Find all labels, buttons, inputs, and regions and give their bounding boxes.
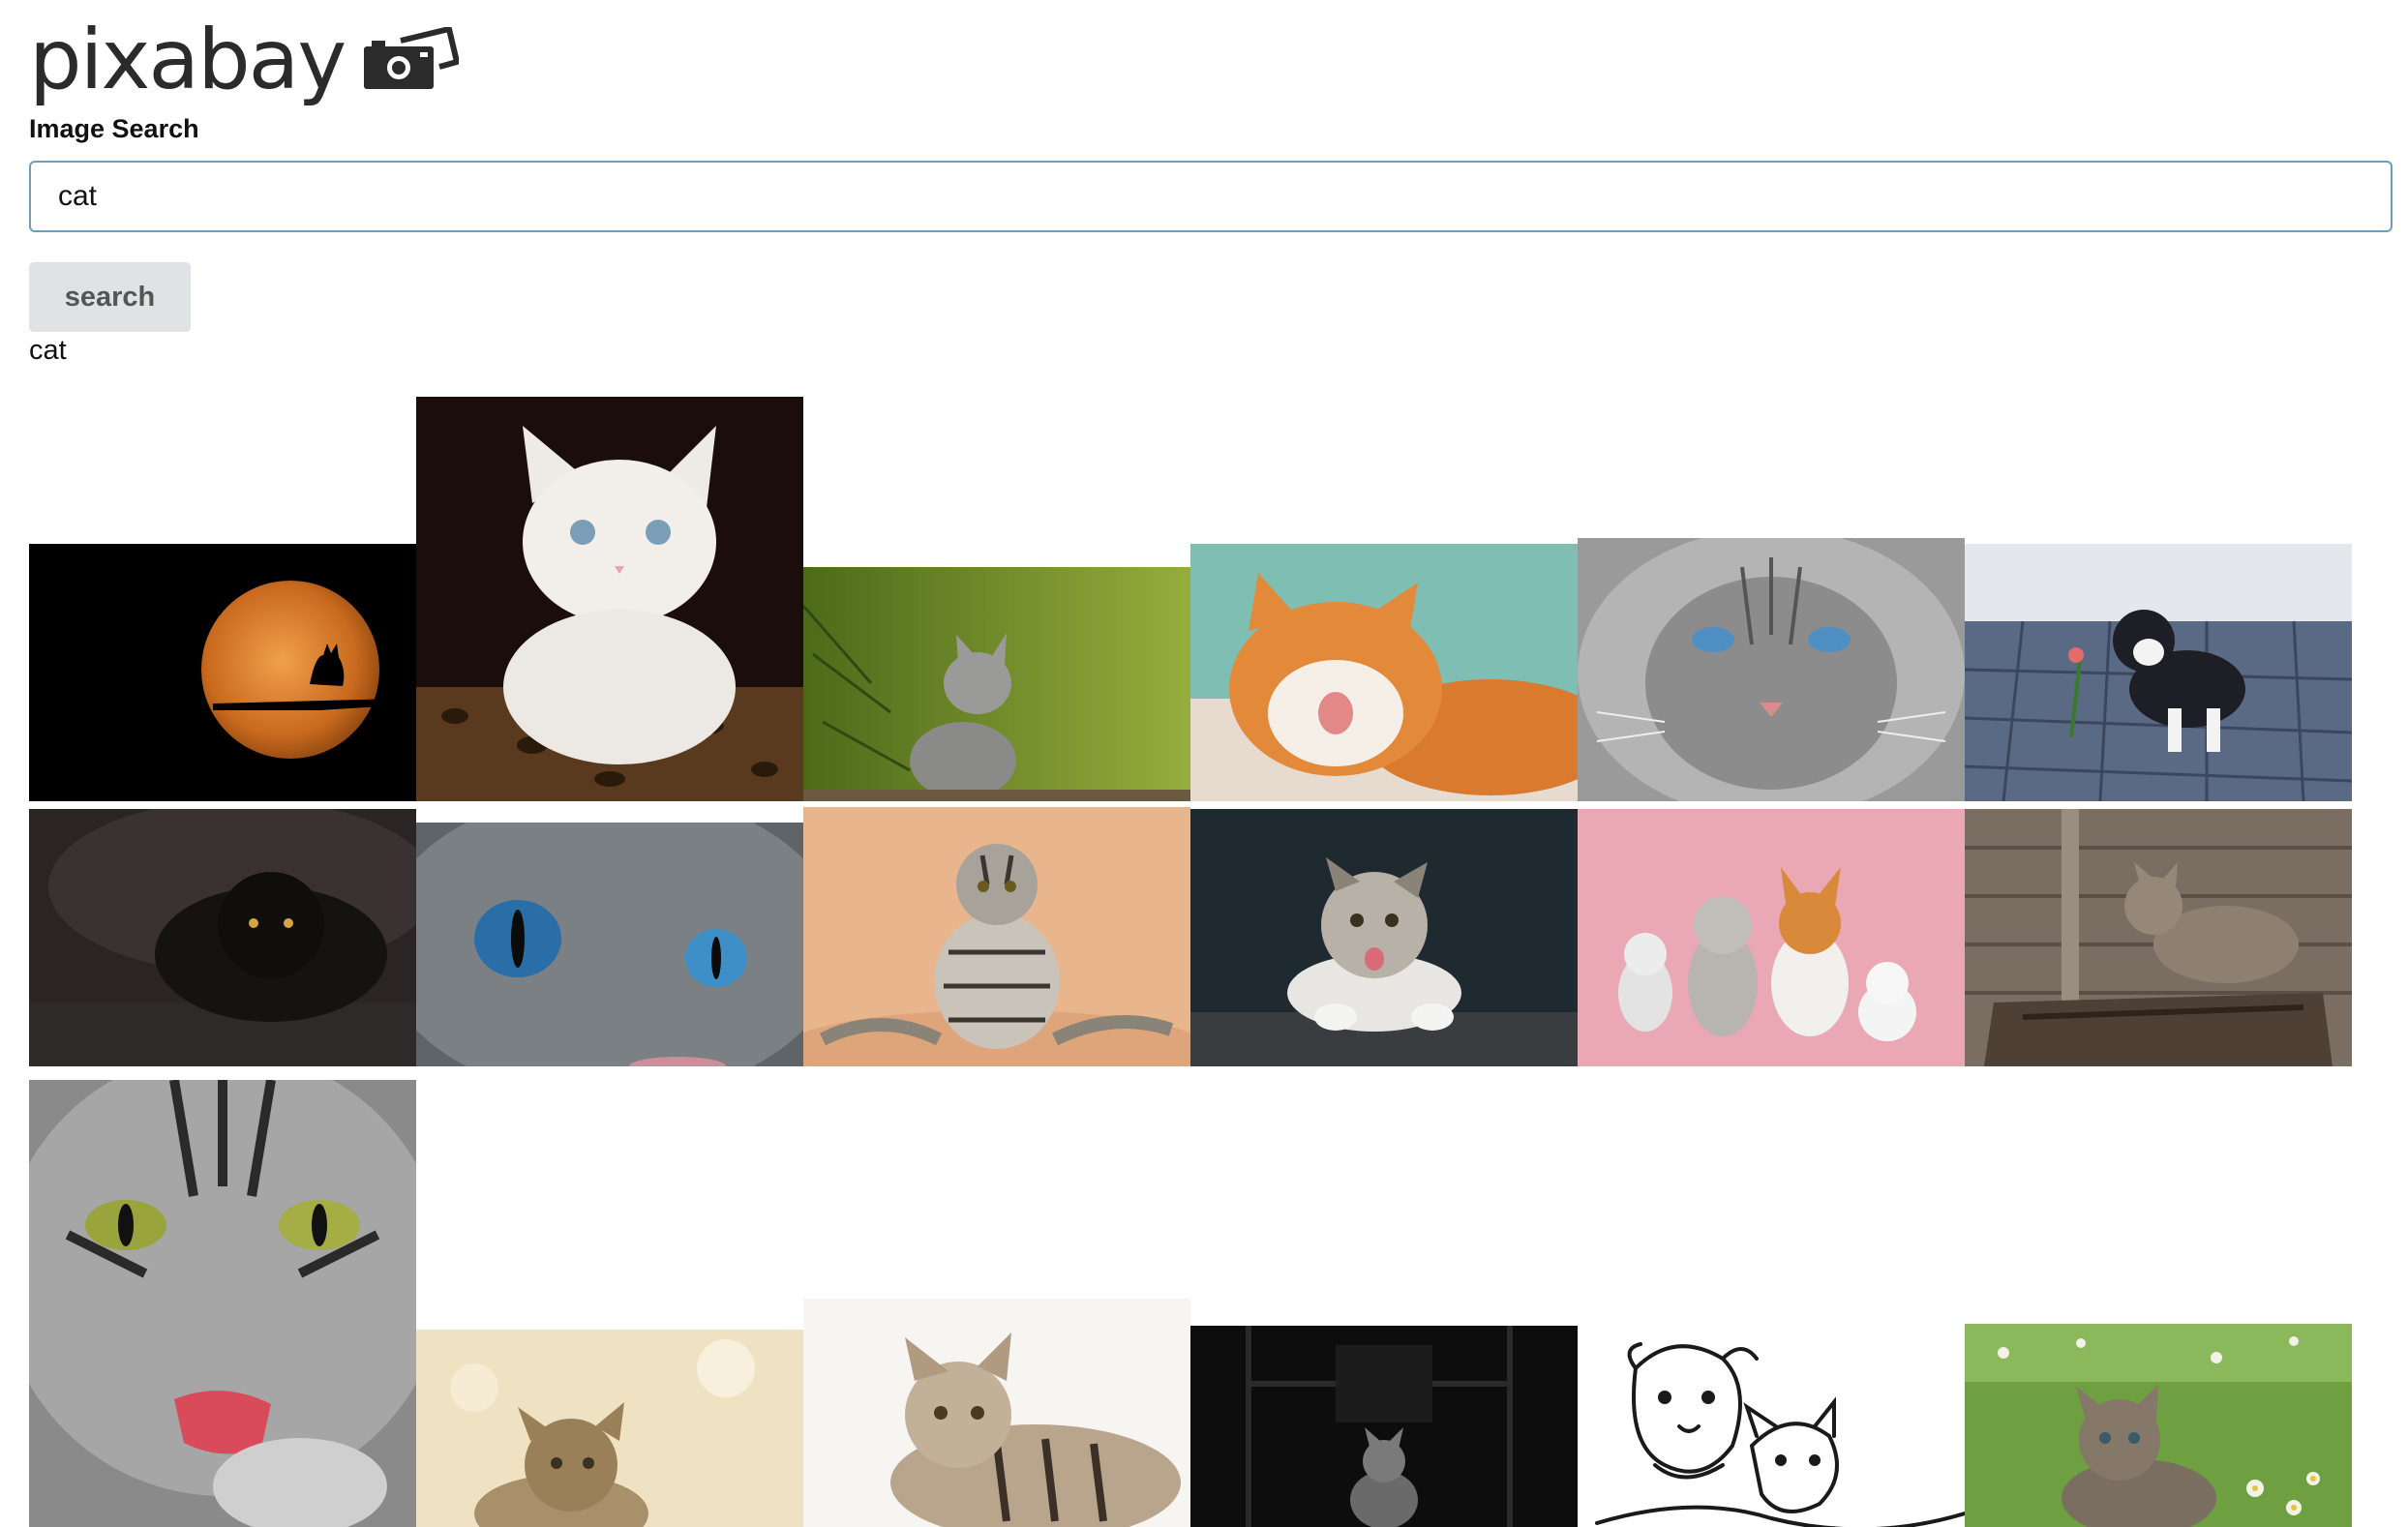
result-image-12[interactable] bbox=[1965, 809, 2352, 1066]
result-image-2[interactable] bbox=[416, 397, 803, 801]
result-image-16[interactable] bbox=[1190, 1326, 1578, 1527]
result-image-6[interactable] bbox=[1965, 544, 2352, 801]
result-image-3[interactable] bbox=[803, 567, 1190, 801]
result-image-17[interactable] bbox=[1578, 1330, 1965, 1527]
camera-icon bbox=[364, 27, 460, 89]
search-button[interactable]: search bbox=[29, 262, 191, 332]
result-image-5[interactable] bbox=[1578, 538, 1965, 801]
result-query-text: cat bbox=[29, 335, 67, 366]
result-image-4[interactable] bbox=[1190, 544, 1578, 801]
result-image-9[interactable] bbox=[803, 807, 1190, 1066]
result-image-14[interactable] bbox=[416, 1330, 803, 1527]
pixabay-logo[interactable]: pixabay bbox=[29, 12, 460, 108]
result-image-11[interactable] bbox=[1578, 809, 1965, 1066]
logo-text: pixabay bbox=[29, 12, 346, 108]
result-image-18[interactable] bbox=[1965, 1324, 2352, 1527]
result-image-8[interactable] bbox=[416, 823, 803, 1066]
result-image-15[interactable] bbox=[803, 1299, 1190, 1527]
result-image-7[interactable] bbox=[29, 809, 416, 1066]
page: pixabay Image Search search cat bbox=[0, 0, 2408, 1527]
result-image-1[interactable] bbox=[29, 544, 416, 801]
result-image-13[interactable] bbox=[29, 1080, 416, 1527]
result-image-10[interactable] bbox=[1190, 809, 1578, 1066]
search-input[interactable] bbox=[29, 161, 2393, 232]
search-label: Image Search bbox=[29, 114, 199, 143]
image-results-grid bbox=[29, 397, 2363, 1527]
